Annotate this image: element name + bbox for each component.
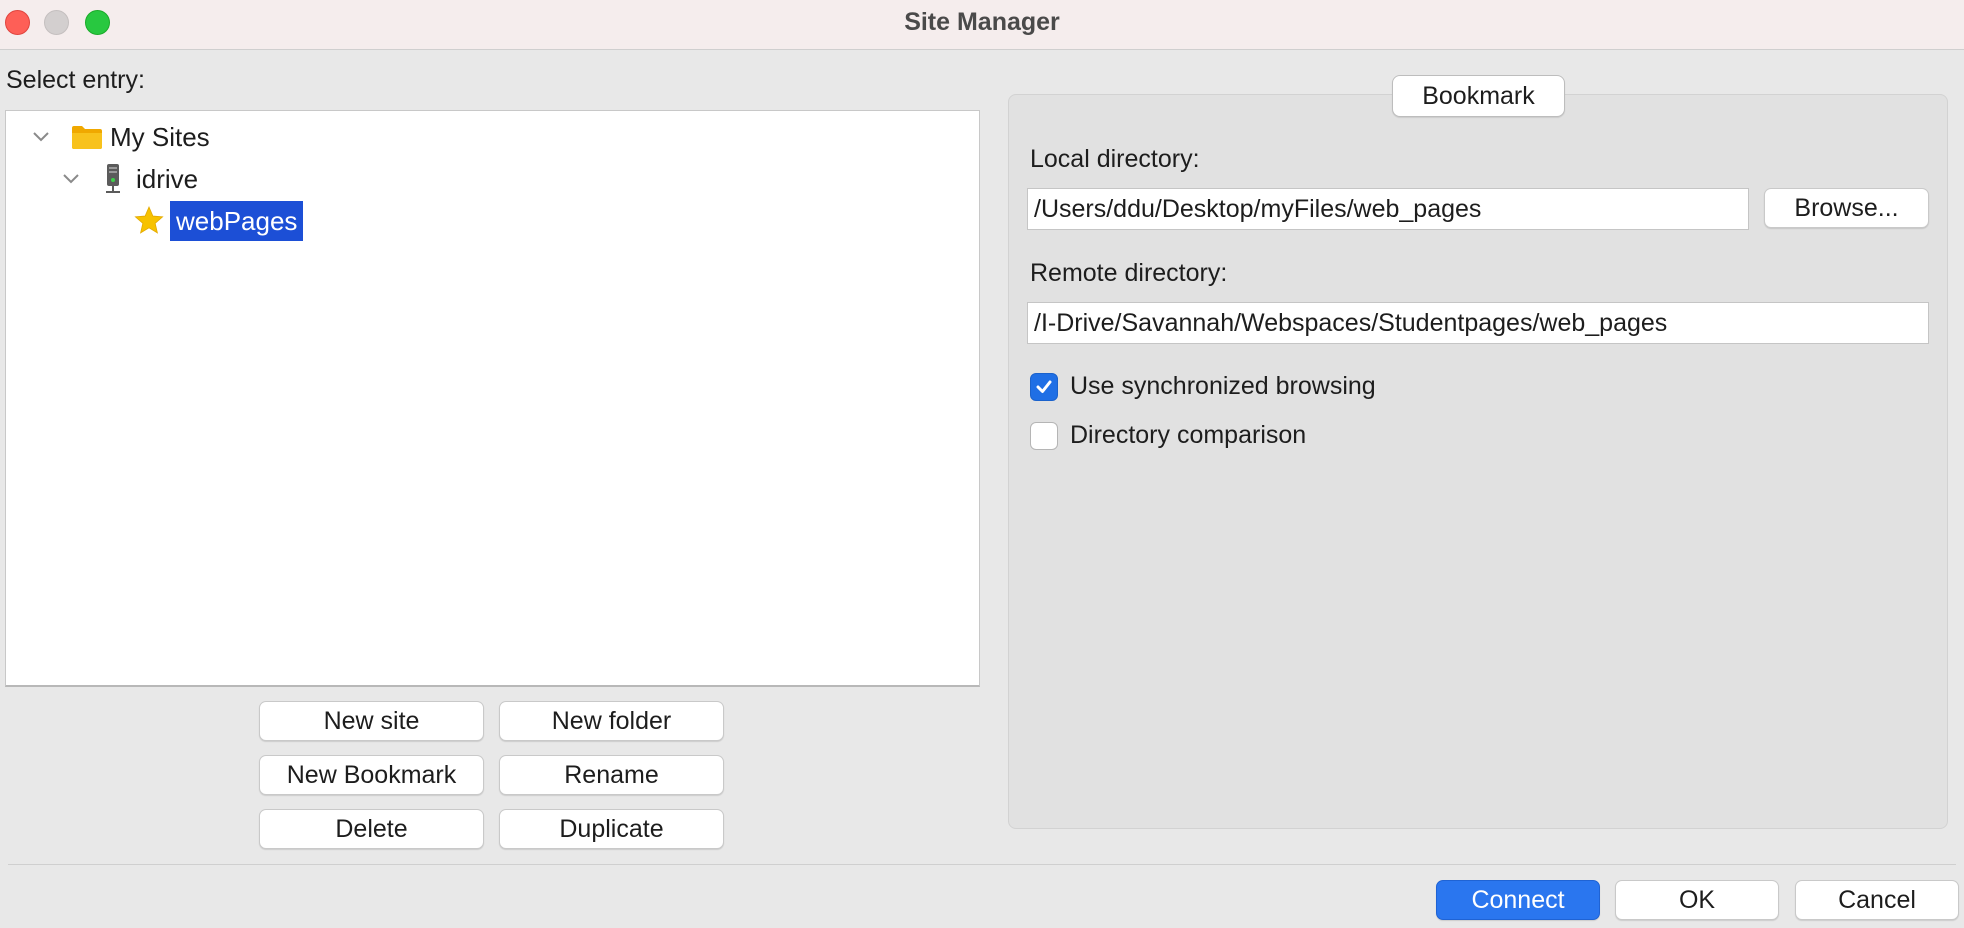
title-bar: Site Manager (0, 0, 1964, 50)
window-title: Site Manager (904, 8, 1060, 36)
site-manager-window: Site Manager Select entry: My Sites idri… (0, 0, 1964, 928)
star-icon (132, 204, 166, 238)
local-directory-input[interactable]: /Users/ddu/Desktop/myFiles/web_pages (1027, 188, 1749, 230)
new-bookmark-button[interactable]: New Bookmark (259, 755, 484, 795)
site-tree[interactable]: My Sites idrive webPages (5, 110, 980, 687)
remote-directory-input[interactable]: /I-Drive/Savannah/Webspaces/Studentpages… (1027, 302, 1929, 344)
tab-bookmark[interactable]: Bookmark (1392, 75, 1565, 117)
local-directory-label: Local directory: (1030, 145, 1200, 173)
synchronized-browsing-label: Use synchronized browsing (1070, 372, 1376, 400)
directory-comparison-label: Directory comparison (1070, 421, 1307, 449)
rename-button[interactable]: Rename (499, 755, 724, 795)
cancel-button[interactable]: Cancel (1795, 880, 1959, 920)
directory-comparison-option[interactable]: Directory comparison (1030, 421, 1306, 450)
tree-item-webpages[interactable]: webPages (132, 201, 304, 241)
connect-button[interactable]: Connect (1436, 880, 1600, 920)
tree-item-label: idrive (136, 163, 199, 194)
ok-button[interactable]: OK (1615, 880, 1779, 920)
tree-item-label: My Sites (110, 121, 210, 152)
tree-item-idrive[interactable]: idrive (60, 159, 198, 199)
browse-button[interactable]: Browse... (1764, 188, 1929, 228)
tree-item-my-sites[interactable]: My Sites (30, 117, 210, 157)
delete-button[interactable]: Delete (259, 809, 484, 849)
synchronized-browsing-option[interactable]: Use synchronized browsing (1030, 372, 1376, 401)
remote-directory-label: Remote directory: (1030, 259, 1228, 287)
footer-divider (8, 864, 1956, 865)
server-icon (96, 162, 130, 196)
select-entry-label: Select entry: (6, 66, 145, 94)
synchronized-browsing-checkbox[interactable] (1030, 372, 1058, 401)
checkmark-icon (1036, 380, 1052, 393)
duplicate-button[interactable]: Duplicate (499, 809, 724, 849)
chevron-down-icon[interactable] (30, 126, 52, 148)
folder-icon (70, 120, 104, 154)
directory-comparison-checkbox[interactable] (1030, 421, 1058, 450)
new-folder-button[interactable]: New folder (499, 701, 724, 741)
chevron-down-icon[interactable] (60, 168, 82, 190)
tree-item-label: webPages (170, 201, 304, 241)
new-site-button[interactable]: New site (259, 701, 484, 741)
